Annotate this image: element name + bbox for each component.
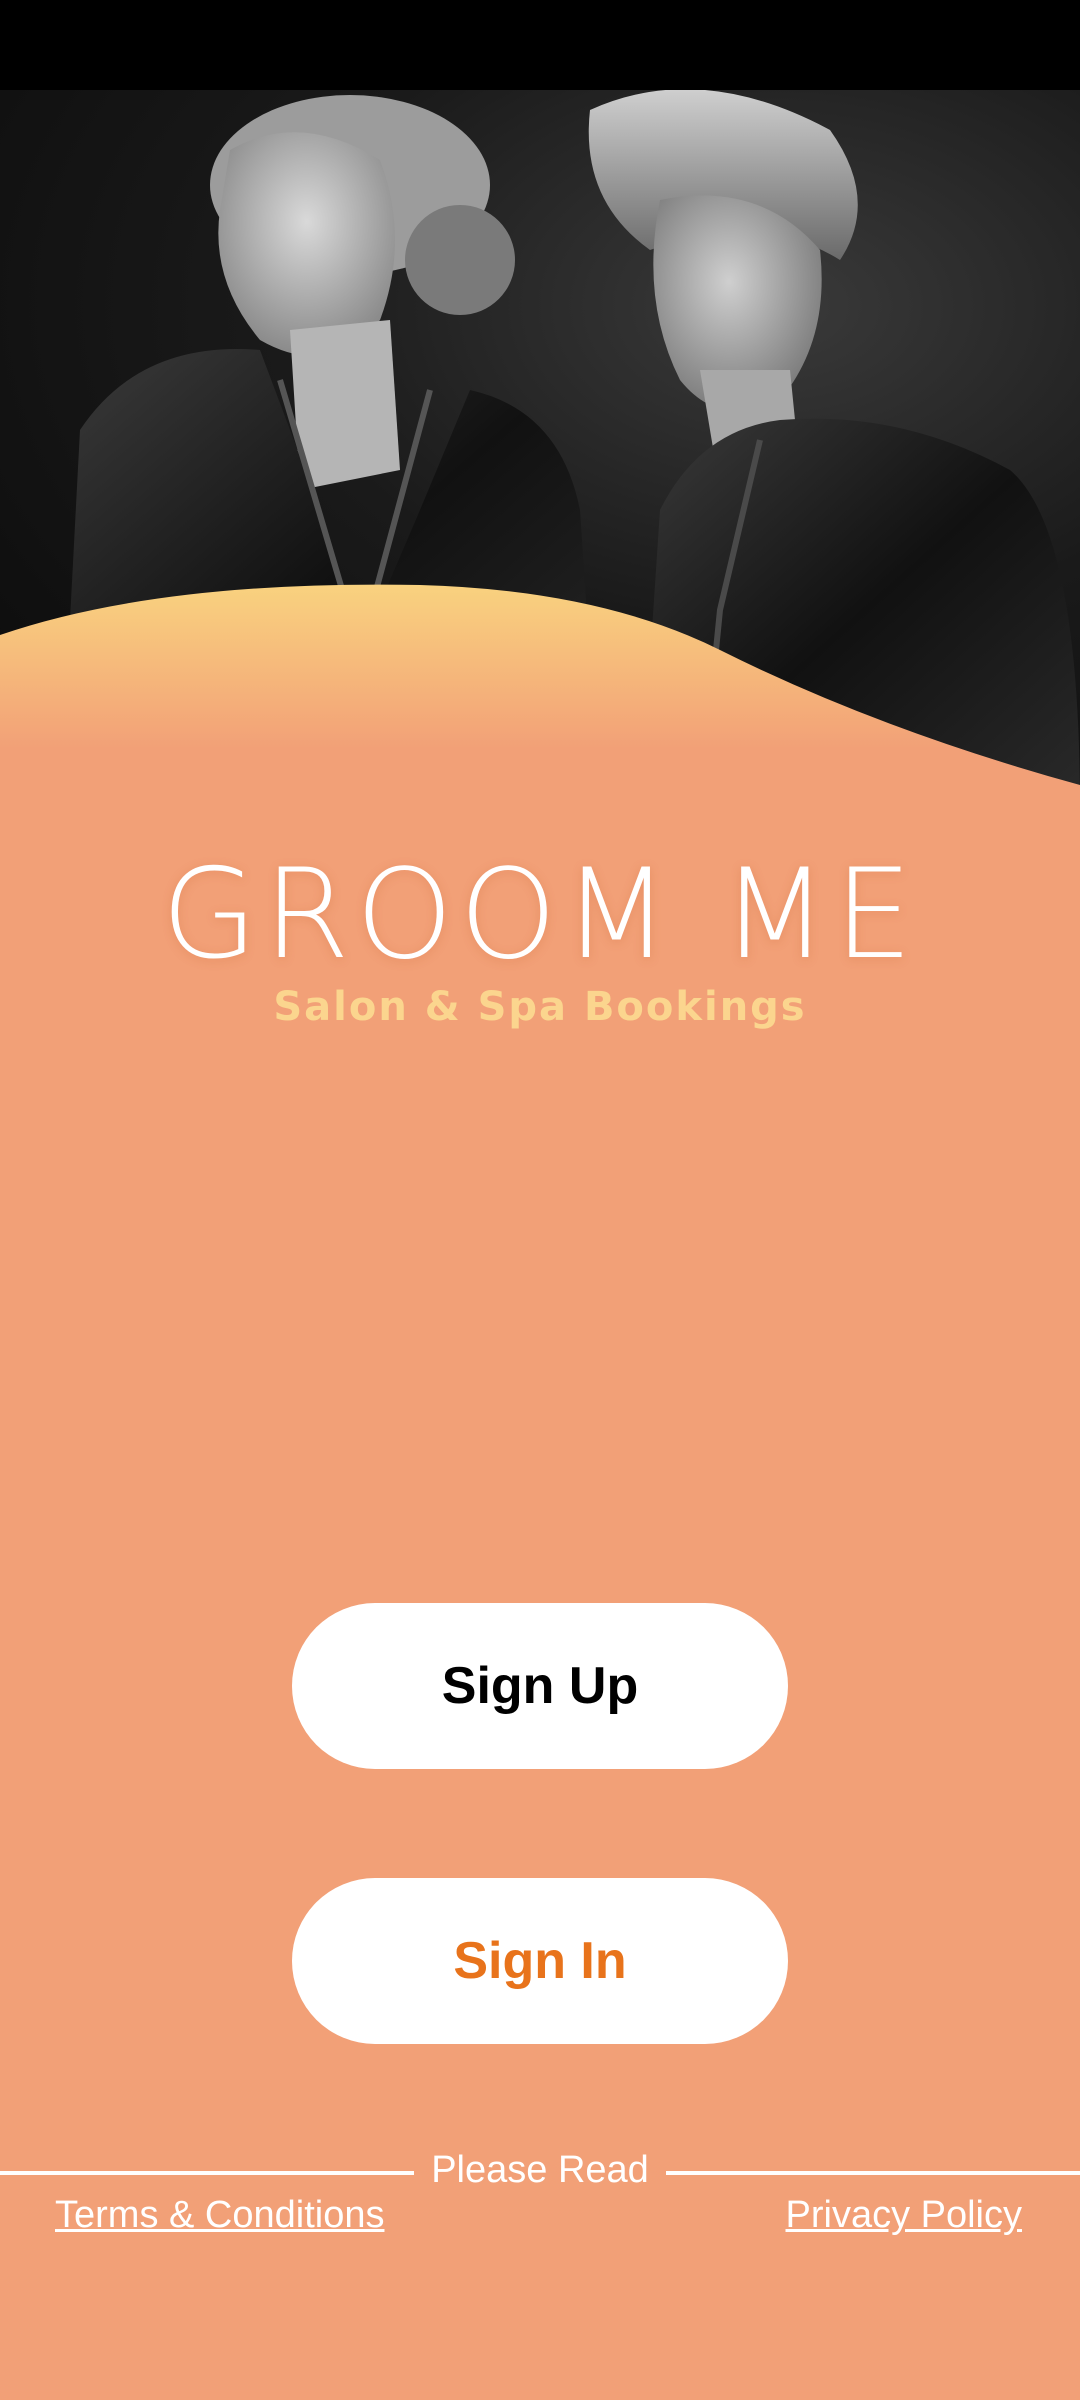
brand-subtitle: Salon & Spa Bookings xyxy=(273,984,807,1030)
status-bar xyxy=(0,0,1080,90)
privacy-link[interactable]: Privacy Policy xyxy=(786,2194,1023,2237)
footer-divider-right xyxy=(666,2171,1080,2175)
footer-divider-left xyxy=(0,2171,414,2175)
sign-up-button[interactable]: Sign Up xyxy=(292,1603,788,1769)
brand-title: GROOM ME xyxy=(161,843,919,987)
wave-decoration xyxy=(0,584,1080,820)
sign-in-button[interactable]: Sign In xyxy=(292,1878,788,2044)
brand-logo: GROOM ME Salon & Spa Bookings xyxy=(0,850,1080,1030)
terms-link[interactable]: Terms & Conditions xyxy=(55,2194,384,2237)
please-read-label: Please Read xyxy=(431,2149,649,2191)
